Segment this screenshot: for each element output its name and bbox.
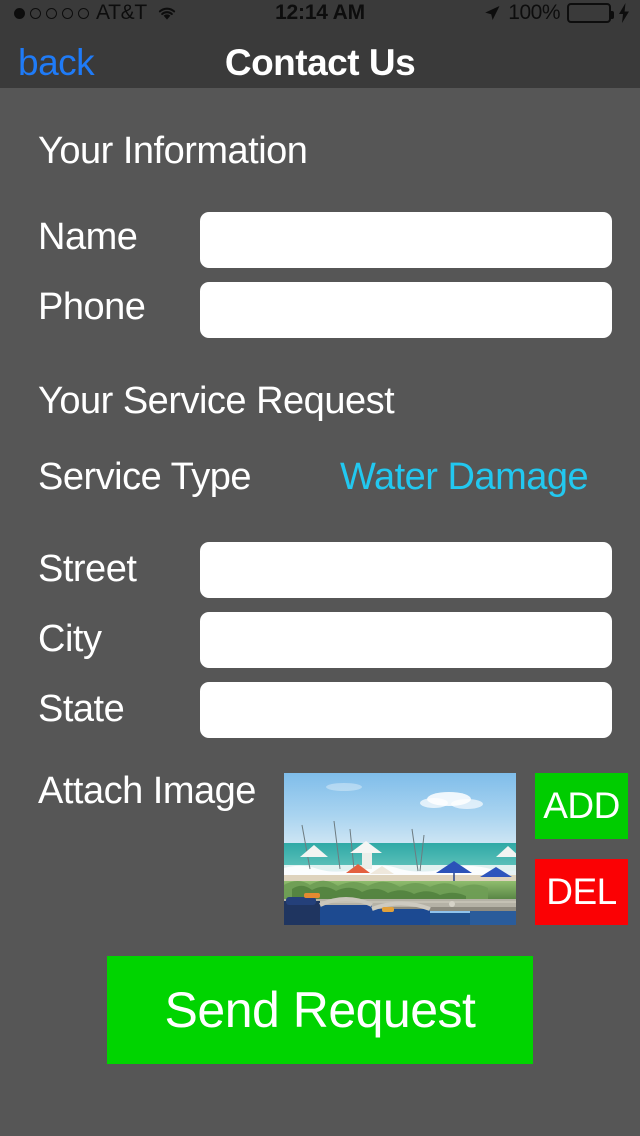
section-header-your-service-request: Your Service Request: [38, 380, 395, 422]
status-bar: AT&T 12:14 AM 100%: [0, 0, 640, 26]
service-type-label: Service Type: [38, 456, 251, 498]
city-label: City: [38, 618, 102, 660]
location-arrow-icon: [483, 4, 501, 22]
section-header-your-information: Your Information: [38, 130, 308, 172]
battery-icon: [567, 3, 614, 23]
state-label: State: [38, 688, 125, 730]
add-image-button[interactable]: ADD: [535, 773, 628, 839]
name-input[interactable]: [200, 212, 612, 268]
service-type-value[interactable]: Water Damage: [340, 456, 589, 498]
page-title: Contact Us: [224, 42, 416, 83]
street-label: Street: [38, 548, 137, 590]
attach-image-label: Attach Image: [38, 770, 256, 812]
state-input[interactable]: [200, 682, 612, 738]
city-input[interactable]: [200, 612, 612, 668]
beach-photo-thumbnail[interactable]: [284, 773, 516, 925]
form-content: Your Information Name Phone Your Service…: [0, 88, 640, 1136]
status-bar-right: 100%: [483, 0, 630, 26]
delete-image-button[interactable]: DEL: [535, 859, 628, 925]
battery-percent-label: 100%: [508, 1, 560, 24]
navigation-bar: back Contact Us: [0, 26, 640, 88]
send-request-button[interactable]: Send Request: [107, 956, 533, 1064]
lightning-bolt-icon: [618, 3, 630, 23]
phone-input[interactable]: [200, 282, 612, 338]
name-label: Name: [38, 216, 138, 258]
street-input[interactable]: [200, 542, 612, 598]
phone-label: Phone: [38, 286, 146, 328]
